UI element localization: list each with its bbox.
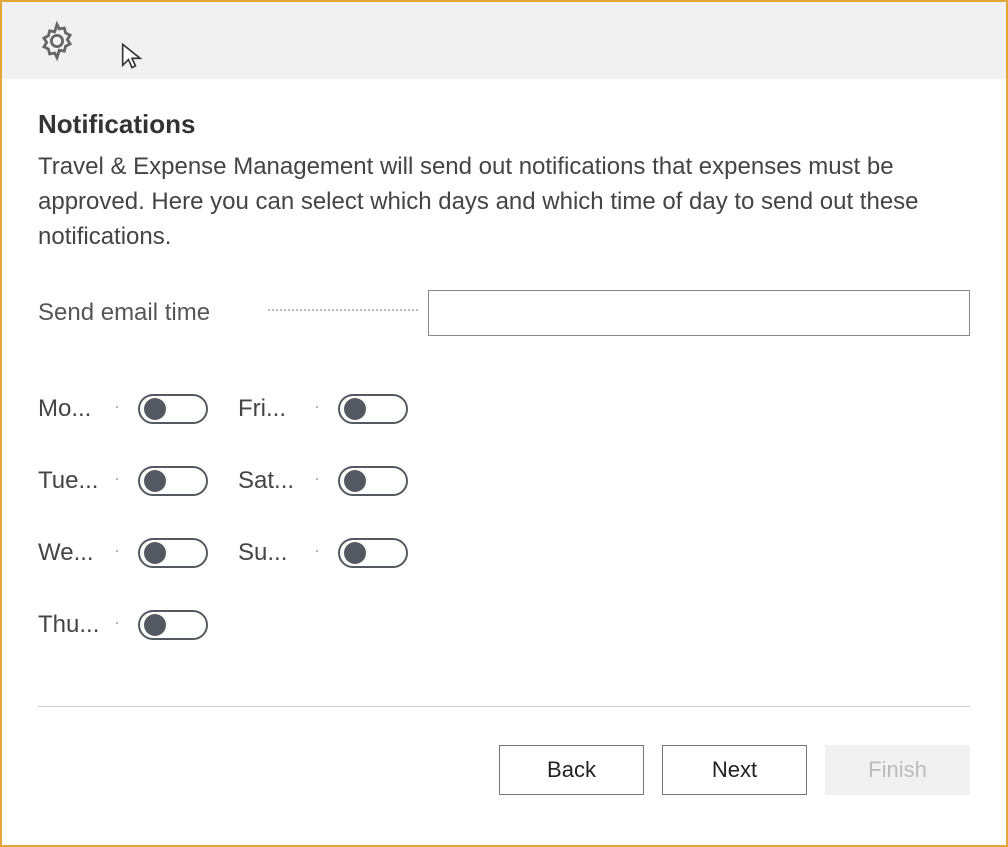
toggle-row-saturday: Sat...· xyxy=(238,464,408,498)
dot-separator: · xyxy=(108,540,126,567)
dot-separator: · xyxy=(108,468,126,495)
toggle-thursday[interactable] xyxy=(138,610,208,640)
dotted-connector xyxy=(268,309,418,311)
toggle-label-monday: Mo... xyxy=(38,395,108,423)
send-email-time-row: Send email time xyxy=(38,290,970,336)
toggle-sunday[interactable] xyxy=(338,538,408,568)
header-bar xyxy=(2,2,1006,79)
toggle-knob xyxy=(144,398,166,420)
dot-separator: · xyxy=(308,396,326,423)
toggle-knob xyxy=(144,470,166,492)
day-toggles-grid: Mo...·Tue...·We...·Thu...· Fri...·Sat...… xyxy=(38,392,970,642)
finish-button: Finish xyxy=(825,745,970,795)
wizard-window: Notifications Travel & Expense Managemen… xyxy=(0,0,1008,847)
content-area: Notifications Travel & Expense Managemen… xyxy=(2,79,1006,642)
dot-separator: · xyxy=(308,468,326,495)
toggle-row-friday: Fri...· xyxy=(238,392,408,426)
toggle-tuesday[interactable] xyxy=(138,466,208,496)
toggle-row-thursday: Thu...· xyxy=(38,608,208,642)
toggle-saturday[interactable] xyxy=(338,466,408,496)
day-toggles-col1: Mo...·Tue...·We...·Thu...· xyxy=(38,392,208,642)
toggle-row-sunday: Su...· xyxy=(238,536,408,570)
next-button-label: Next xyxy=(712,757,757,783)
toggle-monday[interactable] xyxy=(138,394,208,424)
page-title: Notifications xyxy=(38,109,970,140)
toggle-label-wednesday: We... xyxy=(38,539,108,567)
toggle-wednesday[interactable] xyxy=(138,538,208,568)
toggle-knob xyxy=(144,614,166,636)
toggle-knob xyxy=(344,470,366,492)
dot-separator: · xyxy=(108,612,126,639)
back-button[interactable]: Back xyxy=(499,745,644,795)
dot-separator: · xyxy=(308,540,326,567)
dot-separator: · xyxy=(108,396,126,423)
toggle-knob xyxy=(144,542,166,564)
cursor-icon xyxy=(120,42,144,70)
toggle-label-thursday: Thu... xyxy=(38,611,108,639)
toggle-row-tuesday: Tue...· xyxy=(38,464,208,498)
toggle-knob xyxy=(344,542,366,564)
footer-buttons: Back Next Finish xyxy=(499,745,970,795)
day-toggles-col2: Fri...·Sat...·Su...· xyxy=(238,392,408,642)
toggle-label-saturday: Sat... xyxy=(238,467,308,495)
footer-separator xyxy=(38,706,970,707)
toggle-knob xyxy=(344,398,366,420)
back-button-label: Back xyxy=(547,757,596,783)
toggle-row-wednesday: We...· xyxy=(38,536,208,570)
toggle-label-sunday: Su... xyxy=(238,539,308,567)
toggle-label-friday: Fri... xyxy=(238,395,308,423)
gear-icon[interactable] xyxy=(34,18,80,64)
page-description: Travel & Expense Management will send ou… xyxy=(38,150,970,254)
next-button[interactable]: Next xyxy=(662,745,807,795)
send-email-time-label: Send email time xyxy=(38,299,258,327)
toggle-label-tuesday: Tue... xyxy=(38,467,108,495)
finish-button-label: Finish xyxy=(868,757,927,783)
toggle-row-monday: Mo...· xyxy=(38,392,208,426)
toggle-friday[interactable] xyxy=(338,394,408,424)
send-email-time-input[interactable] xyxy=(428,290,970,336)
